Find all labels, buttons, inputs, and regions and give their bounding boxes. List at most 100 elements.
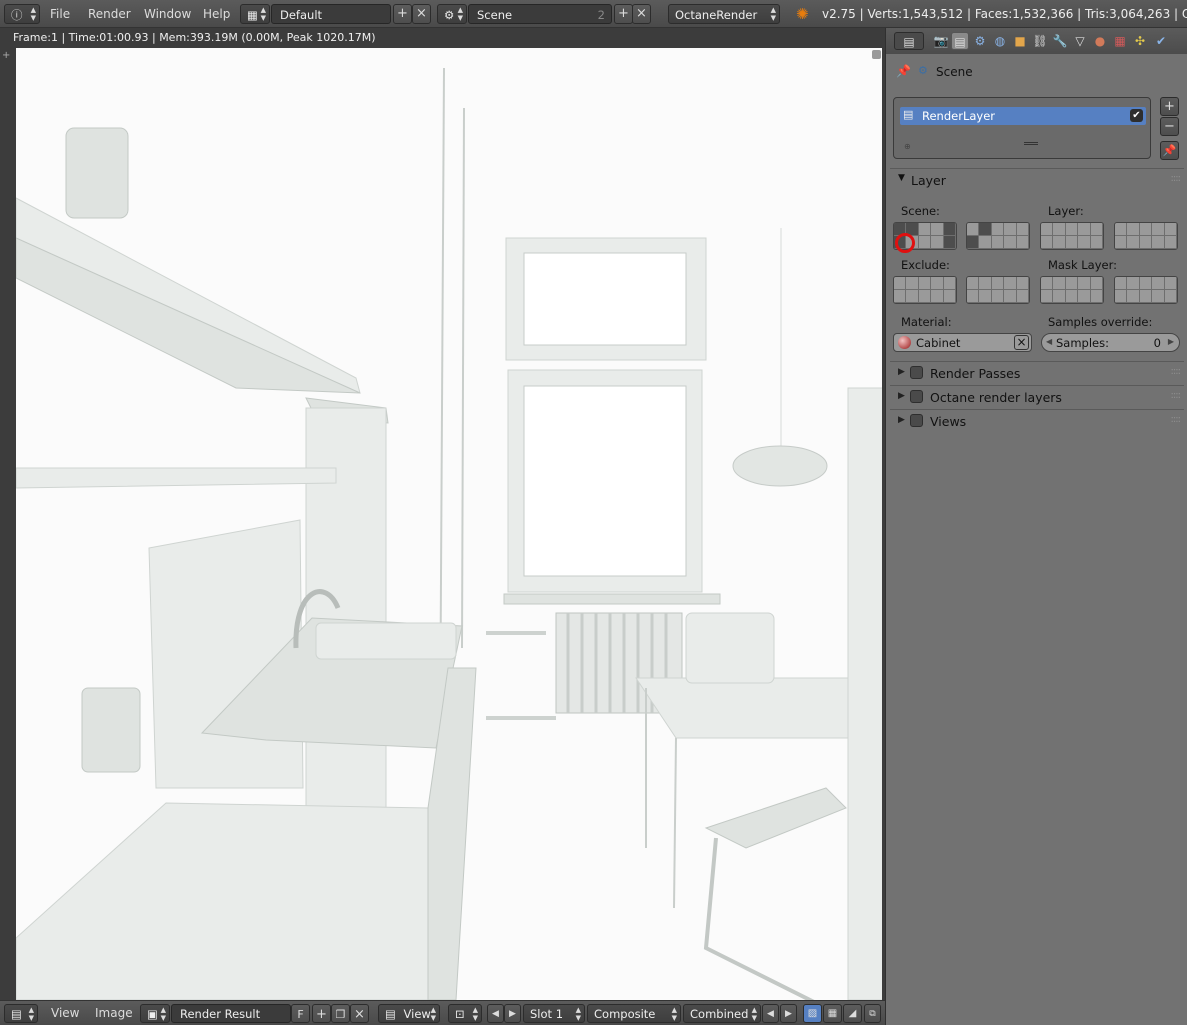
alpha-checker-icon[interactable]: ▦ [823,1004,842,1023]
slot-dropdown[interactable]: Slot 1 ▲ ▼ [523,1004,585,1023]
render-layer-icon: ▤ [903,108,914,121]
menu-image[interactable]: Image [95,1004,133,1023]
menu-help[interactable]: Help [203,4,230,24]
exclude-layers-grid-1[interactable] [893,276,957,304]
render-context-icon[interactable]: 📷 [932,32,950,50]
render-layer-list: ▤ RenderLayer ✔ ⊕ [893,97,1151,159]
layer-layers-grid-1[interactable] [1040,222,1104,250]
render-passes-panel-header[interactable]: ▶ Render Passes :::: [886,362,1187,384]
mask-layers-grid-1[interactable] [1040,276,1104,304]
open-image-icon[interactable]: ❐ [331,1004,350,1023]
scene-context-icon[interactable]: ⚙ [971,32,989,50]
info-icon: ⓘ [11,8,23,22]
editor-type-dropdown-properties[interactable]: ▤ [894,32,924,50]
constraints-context-icon[interactable]: ⛓ [1031,32,1049,50]
next-pass-button[interactable]: ▶ [780,1004,797,1023]
add-scene-button[interactable]: + [614,4,633,24]
new-image-button[interactable]: + [312,1004,331,1023]
remove-scene-button[interactable]: × [632,4,651,24]
editor-type-dropdown[interactable]: ⓘ ▲ ▼ [4,4,40,24]
prev-pass-button[interactable]: ◀ [762,1004,779,1023]
remove-render-layer-button[interactable]: − [1160,117,1179,136]
data-context-icon[interactable]: ▽ [1071,32,1089,50]
remove-layout-button[interactable]: × [412,4,431,24]
physics-context-icon[interactable]: ✔ [1152,32,1170,50]
viewport-corner-widget[interactable] [872,50,881,59]
image-name-field[interactable]: Render Result [171,1004,291,1023]
editor-type-dropdown-image[interactable]: ▤ ▲ ▼ [4,1004,38,1023]
render-pass-dropdown[interactable]: Combined ▲ ▼ [683,1004,761,1023]
scene-icon-dropdown[interactable]: ⚙ ▲ ▼ [437,4,467,24]
panel-drag-handle-icon[interactable]: :::: [1171,390,1182,401]
fake-user-button[interactable]: F [291,1004,310,1023]
color-alpha-icon[interactable]: ▨ [803,1004,822,1023]
exclude-layers-grid-2[interactable] [966,276,1030,304]
add-render-layer-button[interactable]: + [1160,97,1179,116]
blender-logo-icon: ✺ [796,5,809,23]
octane-render-layers-checkbox[interactable] [910,390,923,403]
scene-statistics: v2.75 | Verts:1,543,512 | Faces:1,532,36… [822,7,1187,21]
menu-file[interactable]: File [50,4,70,24]
layer-layers-label: Layer: [1048,204,1084,218]
octane-render-layers-panel-header[interactable]: ▶ Octane render layers :::: [886,386,1187,408]
screen-layout-field[interactable]: Default [271,4,391,24]
unlink-image-button[interactable]: × [350,1004,369,1023]
pivot-dropdown[interactable]: ⊡ ▲ ▼ [448,1004,482,1023]
scene-name-field[interactable]: Scene 2 [468,4,612,24]
properties-header: ▤ 📷 ▤ ⚙ ◍ ■ ⛓ 🔧 ▽ ● ▦ ✣ ✔ [886,28,1187,54]
menu-view[interactable]: View [51,1004,79,1023]
render-layer-dropdown[interactable]: Composite ▲ ▼ [587,1004,681,1023]
render-engine-dropdown[interactable]: OctaneRender ▲ ▼ [668,4,780,24]
render-layers-context-icon[interactable]: ▤ [951,32,969,50]
samples-field-label: Samples: [1056,336,1109,350]
render-layer-list-item[interactable]: ▤ RenderLayer ✔ [900,107,1146,125]
list-filter-icon[interactable]: ⊕ [904,142,911,151]
scene-layers-label: Scene: [901,204,940,218]
menu-window[interactable]: Window [144,4,191,24]
material-name: Cabinet [916,336,961,350]
z-buffer-icon[interactable]: ◢ [843,1004,862,1023]
panel-drag-handle-icon[interactable]: :::: [1171,414,1182,425]
views-checkbox[interactable] [910,414,923,427]
render-layer-enabled-checkbox[interactable]: ✔ [1130,109,1143,122]
panel-drag-handle-icon[interactable]: :::: [1171,366,1182,377]
object-context-icon[interactable]: ■ [1011,32,1029,50]
layer-panel-title: Layer [911,173,946,188]
mask-layer-label: Mask Layer: [1048,258,1118,272]
scopes-toggle-icon[interactable]: ⧉ [864,1004,881,1023]
view-mode-label: View [403,1007,431,1021]
modifiers-context-icon[interactable]: 🔧 [1051,32,1069,50]
next-slot-button[interactable]: ▶ [504,1004,521,1023]
scene-icon: ⚙ [444,8,455,22]
samples-number-field[interactable]: ◀ Samples: 0 ▶ [1041,333,1180,352]
material-override-field[interactable]: Cabinet × [893,333,1032,352]
material-context-icon[interactable]: ● [1091,32,1109,50]
layout-grid-icon: ▦ [247,8,258,22]
context-path-label: Scene [936,65,973,79]
particles-context-icon[interactable]: ✣ [1131,32,1149,50]
world-context-icon[interactable]: ◍ [991,32,1009,50]
pin-icon[interactable]: 📌 [896,64,911,78]
add-layout-button[interactable]: + [393,4,412,24]
view-mode-dropdown[interactable]: ▤ View ▲ ▼ [378,1004,440,1023]
list-resize-grip[interactable] [1024,142,1038,145]
scene-layers-grid-2[interactable] [966,222,1030,250]
prev-slot-button[interactable]: ◀ [487,1004,504,1023]
views-panel-header[interactable]: ▶ Views :::: [886,410,1187,432]
scene-users-count: 2 [597,8,605,22]
texture-context-icon[interactable]: ▦ [1111,32,1129,50]
mask-layers-grid-2[interactable] [1114,276,1178,304]
panel-drag-handle-icon[interactable]: :::: [1171,173,1182,184]
render-result-image[interactable] [16,48,882,1000]
image-browse-dropdown[interactable]: ▣ ▲ ▼ [140,1004,170,1023]
layer-panel-header[interactable]: ▼ Layer :::: [886,169,1187,191]
samples-increment-arrow[interactable]: ▶ [1168,337,1174,346]
screen-layout-icon-dropdown[interactable]: ▦ ▲ ▼ [240,4,270,24]
toolbar-toggle-icon[interactable]: + [2,50,10,61]
pin-layer-icon[interactable]: 📌 [1160,141,1179,160]
clear-material-button[interactable]: × [1014,335,1029,350]
layer-layers-grid-2[interactable] [1114,222,1178,250]
render-passes-checkbox[interactable] [910,366,923,379]
menu-render[interactable]: Render [88,4,131,24]
samples-decrement-arrow[interactable]: ◀ [1046,337,1052,346]
